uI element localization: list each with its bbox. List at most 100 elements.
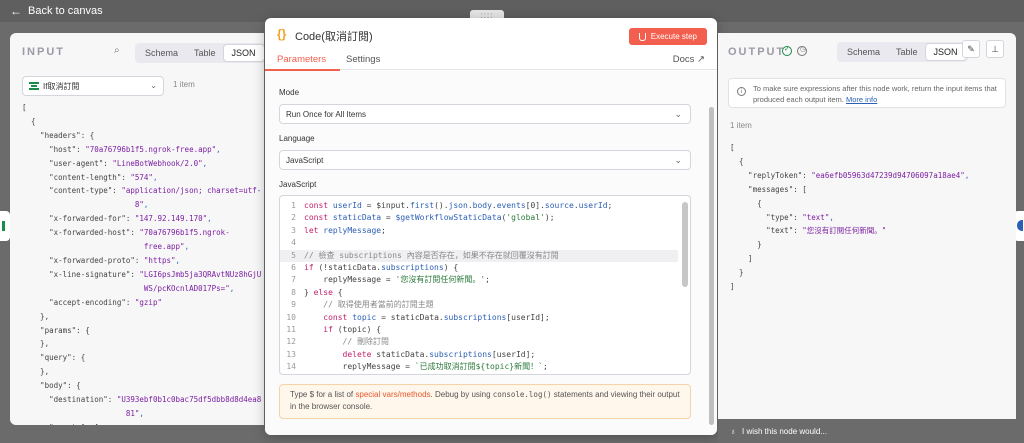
json-line: WS/pcKOcnlAD017Ps=",: [143, 283, 235, 293]
input-header: INPUT ⌕ Schema Table JSON: [10, 33, 264, 69]
line-number: 9: [291, 300, 296, 310]
json-line: "accept-encoding": "gzip": [22, 297, 162, 307]
code-line[interactable]: 4: [280, 237, 678, 249]
code-line[interactable]: 11 if (topic) {: [280, 324, 678, 336]
code-hint: Type $ for a list of special vars/method…: [279, 384, 691, 419]
execute-step-button[interactable]: Execute step: [628, 28, 707, 45]
if-node-icon: [29, 82, 39, 90]
pin-icon[interactable]: ⊥: [986, 40, 1004, 58]
code-line[interactable]: 14 replyMessage = `已成功取消訂閱${topic}新聞！`;: [280, 361, 678, 373]
language-select[interactable]: JavaScript ⌄: [279, 150, 691, 170]
docs-label: Docs: [672, 54, 695, 65]
mode-value: Run Once for All Items: [286, 109, 367, 119]
json-line: {: [22, 116, 36, 126]
json-line: }: [730, 240, 762, 250]
mode-label: Mode: [279, 88, 300, 97]
output-tab-json[interactable]: JSON: [925, 44, 966, 60]
json-line: ]: [730, 254, 753, 264]
json-line: }: [730, 268, 744, 278]
json-line: "x-forwarded-host": "70a76796b1f5.ngrok-: [22, 228, 230, 238]
hint-text-pre: Type $ for a list of: [290, 390, 356, 399]
search-icon[interactable]: ⌕: [114, 45, 120, 56]
input-tab-table[interactable]: Table: [186, 45, 224, 61]
line-number: 1: [291, 201, 296, 210]
mode-select[interactable]: Run Once for All Items ⌄: [279, 104, 691, 124]
special-vars-link[interactable]: special vars/methods: [355, 390, 430, 399]
input-tab-schema[interactable]: Schema: [137, 45, 186, 61]
line-number: 8: [291, 287, 296, 297]
json-line: "query": {: [22, 353, 86, 363]
edit-pencil-icon[interactable]: ✎: [962, 40, 980, 58]
json-line: },: [22, 367, 50, 377]
lightbulb-icon: ♁: [730, 426, 736, 436]
code-line[interactable]: 7 replyMessage = '您沒有訂閱任何新聞。';: [280, 274, 678, 286]
language-value: JavaScript: [286, 155, 324, 165]
json-line: [: [730, 143, 735, 152]
json-line: "content-type": "application/json; chars…: [22, 186, 262, 196]
json-line: "x-forwarded-for": "147.92.149.170",: [22, 214, 212, 224]
line-number: 14: [286, 362, 296, 372]
json-line: {: [730, 156, 744, 166]
output-panel: OUTPUT ✓ ◷ Schema Table JSON ✎ ⊥ i To ma…: [718, 33, 1016, 425]
hint-code: console.log(): [492, 390, 552, 399]
dialog-scrollbar[interactable]: [709, 107, 714, 425]
wish-label: I wish this node would...: [742, 426, 827, 436]
code-line[interactable]: 9 // 取得使用者當前的訂閱主題: [280, 299, 678, 311]
output-json-view: [ { "replyToken": "ea6efb05963d47239d947…: [718, 141, 1016, 425]
code-label: JavaScript: [279, 180, 317, 189]
editor-scrollbar[interactable]: [682, 202, 688, 287]
flask-icon: [638, 32, 646, 41]
json-line: "text": "您沒有訂閱任何新聞。": [730, 226, 887, 236]
back-label: Back to canvas: [28, 5, 103, 17]
line-number: 11: [286, 325, 296, 334]
json-line: "destination": "U393ebf0b1c0bac75df5dbb8…: [22, 395, 262, 405]
output-items-count: 1 item: [730, 121, 752, 130]
json-line: "content-length": "574",: [22, 172, 158, 182]
code-line[interactable]: 6 if (!staticData.subscriptions) {: [280, 262, 678, 274]
code-line[interactable]: 1 const userId = $input.first().json.body…: [280, 200, 678, 212]
code-line[interactable]: 12 // 刪除訂閱: [280, 336, 678, 348]
output-tabs: Schema Table JSON: [837, 42, 968, 62]
back-to-canvas-button[interactable]: ← Back to canvas: [10, 4, 103, 18]
info-icon: i: [737, 87, 746, 96]
chevron-down-icon: ⌄: [150, 81, 157, 90]
code-line[interactable]: 8} else {: [280, 287, 678, 299]
code-line[interactable]: 2 const staticData = $getWorkflowStaticDa…: [280, 212, 678, 224]
output-info-box: i To make sure expressions after this no…: [728, 78, 1006, 108]
external-link-icon: ↗: [697, 54, 705, 65]
docs-link[interactable]: Docs ↗: [673, 54, 705, 65]
input-tab-json[interactable]: JSON: [223, 45, 264, 61]
output-tab-schema[interactable]: Schema: [839, 44, 888, 60]
dialog-body: Mode Run Once for All Items ⌄ Language J…: [265, 71, 717, 435]
json-line: "events": [: [10, 421, 264, 425]
code-line[interactable]: 3 let replyMessage;: [280, 225, 678, 237]
code-line[interactable]: 10 const topic = staticData.subscription…: [280, 312, 678, 324]
execute-step-label: Execute step: [650, 32, 697, 41]
output-tab-table[interactable]: Table: [888, 44, 926, 60]
feedback-bar[interactable]: ♁ I wish this node would...: [718, 419, 1016, 443]
chevron-down-icon: ⌄: [674, 155, 682, 165]
language-label: Language: [279, 134, 315, 143]
code-line[interactable]: 5// 檢查 subscriptions 內容是否存在，如果不存在就回覆沒有訂閱: [280, 249, 678, 262]
more-info-link[interactable]: More info: [846, 95, 877, 104]
input-items-count: 1 item: [173, 80, 195, 89]
json-line: "type": "text",: [730, 212, 834, 222]
code-editor[interactable]: 14 replyMessage = `已成功取消訂閱${topic}新聞！`; 1…: [279, 195, 691, 375]
tab-settings[interactable]: Settings: [346, 54, 380, 65]
dialog-header: {} Code(取消訂閱) Execute step: [265, 18, 717, 50]
input-node-select[interactable]: If取消訂閱 ⌄: [22, 76, 164, 96]
code-braces-icon: {}: [277, 27, 287, 41]
line-number: 12: [286, 337, 296, 347]
input-tabs: Schema Table JSON: [135, 43, 264, 63]
code-line[interactable]: 13 delete staticData.subscriptions[userI…: [280, 349, 678, 361]
left-node-tab[interactable]: [0, 211, 10, 241]
tab-parameters[interactable]: Parameters: [277, 54, 326, 65]
json-line: 8",: [134, 200, 149, 210]
line-number: 2: [291, 213, 296, 223]
json-line: free.app",: [143, 242, 190, 252]
json-line: "body": {: [22, 381, 81, 391]
success-check-icon: ✓: [782, 46, 792, 56]
line-number: 7: [291, 275, 296, 285]
json-line: ]: [730, 282, 735, 292]
json-line: "messages": [: [730, 184, 807, 194]
